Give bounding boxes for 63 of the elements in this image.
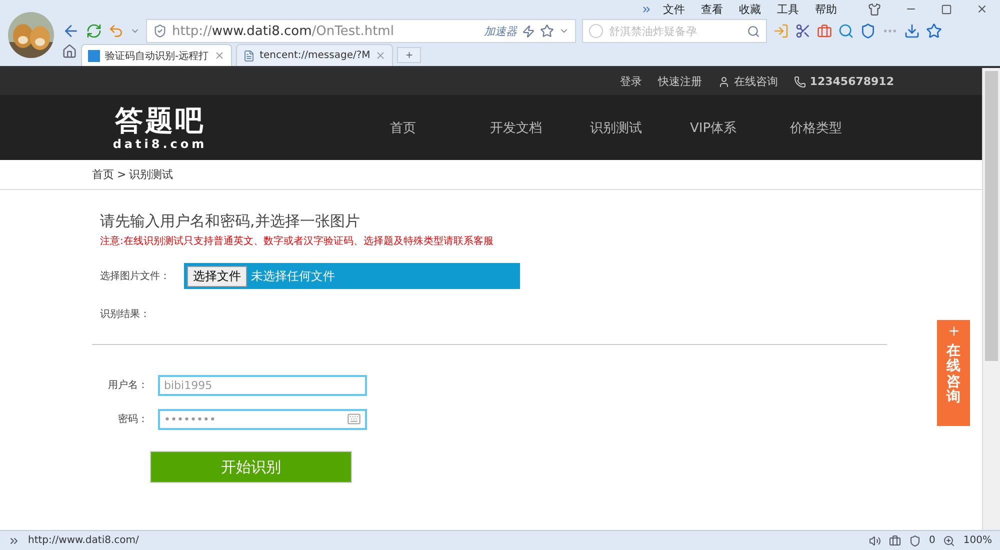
consult-link[interactable]: 在线咨询	[718, 74, 778, 89]
scissors-icon[interactable]	[795, 23, 811, 39]
form-title: 请先输入用户名和密码,并选择一张图片	[100, 212, 361, 231]
menu-item[interactable]: 帮助	[810, 2, 842, 16]
menu-item[interactable]: 收藏	[734, 2, 766, 16]
browser-tab[interactable]: 验证码自动识别-远程打	[81, 44, 232, 66]
plus-icon	[946, 324, 960, 338]
back-icon[interactable]	[62, 22, 80, 40]
home-icon[interactable]	[62, 44, 77, 59]
speaker-icon[interactable]	[869, 534, 882, 546]
result-label: 识别结果：	[100, 308, 150, 321]
field-label: 选择图片文件：	[100, 270, 170, 283]
shield-icon[interactable]	[860, 23, 876, 39]
phone-icon	[794, 76, 806, 88]
nav-link[interactable]: 识别测试	[590, 118, 690, 136]
zoom-icon[interactable]	[943, 534, 956, 546]
briefcase-icon[interactable]	[889, 534, 902, 546]
breadcrumb-current: 识别测试	[129, 167, 174, 182]
keyboard-icon[interactable]	[347, 412, 361, 426]
nav-link[interactable]: 价格类型	[790, 118, 890, 136]
document-icon	[242, 50, 255, 62]
field-label: 用户名：	[107, 378, 148, 392]
briefcase-icon[interactable]	[817, 24, 832, 38]
nav-link[interactable]: 首页	[390, 118, 490, 136]
blocked-count: 0	[929, 535, 936, 546]
search-icon[interactable]	[747, 24, 760, 38]
lightning-icon[interactable]	[522, 24, 535, 38]
nav-link[interactable]: VIP体系	[690, 118, 790, 136]
notice-text: 注意:在线识别测试只支持普通英文、数字或者汉字验证码、选择题及特殊类型请联系客服	[100, 234, 494, 248]
breadcrumb-link[interactable]: 首页	[92, 167, 114, 182]
close-icon[interactable]	[976, 3, 988, 15]
double-chevron-icon[interactable]	[641, 4, 652, 14]
field-label: 密码：	[117, 412, 148, 426]
shield-icon	[153, 24, 167, 38]
browser-tab[interactable]: tencent://message/?M	[236, 44, 394, 66]
site-logo[interactable]: 答题吧 dati8.com	[100, 104, 220, 150]
menu-item[interactable]: 工具	[772, 2, 804, 16]
page-icon	[88, 50, 100, 62]
close-icon[interactable]	[214, 50, 225, 61]
status-url: http://www.dati8.com/	[28, 535, 140, 546]
nav-link[interactable]: 开发文档	[490, 118, 590, 136]
top-link[interactable]: 快速注册	[658, 74, 702, 89]
choose-file-button[interactable]: 选择文件	[187, 266, 247, 286]
file-status: 未选择任何文件	[251, 268, 335, 284]
top-link[interactable]: 登录	[620, 74, 642, 89]
breadcrumb-separator: >	[117, 168, 126, 181]
zoom-level[interactable]: 100%	[963, 535, 992, 546]
search-icon[interactable]	[838, 23, 854, 39]
star-icon[interactable]	[926, 23, 942, 39]
search-engine-icon	[589, 24, 603, 38]
shield-icon[interactable]	[909, 534, 922, 546]
menu-item[interactable]: 查看	[696, 2, 728, 16]
download-icon[interactable]	[904, 23, 920, 39]
phone-number: 12345678912	[810, 75, 894, 88]
address-field[interactable]: http://www.dati8.com/OnTest.html 加速器	[146, 19, 576, 43]
menu-item[interactable]: 文件	[658, 2, 690, 16]
maximize-icon[interactable]	[941, 4, 952, 14]
person-icon	[718, 76, 730, 88]
new-tab-button[interactable]: +	[397, 47, 422, 63]
star-icon[interactable]	[540, 24, 554, 38]
shirt-icon[interactable]	[868, 2, 881, 16]
scrollbar-thumb[interactable]	[985, 71, 998, 361]
refresh-icon[interactable]	[86, 23, 102, 39]
